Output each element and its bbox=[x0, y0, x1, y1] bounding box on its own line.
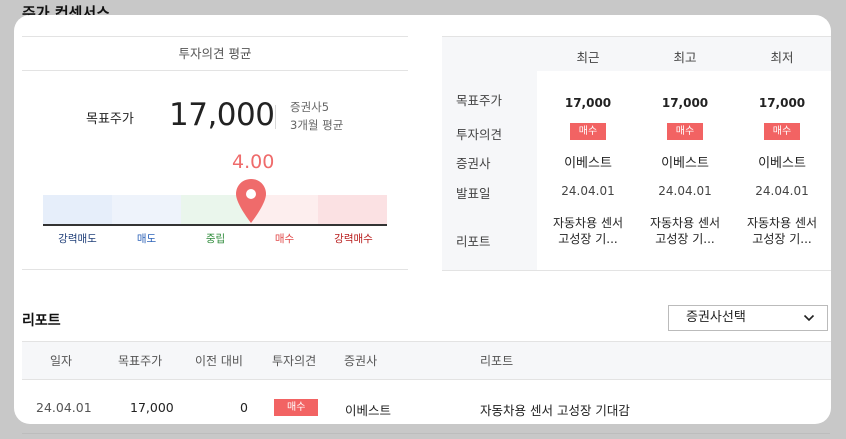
gauge-segment-strong-sell bbox=[43, 195, 112, 225]
row-broker: 이베스트 bbox=[345, 403, 392, 418]
opinion-score: 4.00 bbox=[232, 151, 275, 173]
lowest-opinion-badge: 매수 bbox=[763, 123, 801, 140]
row-report-link[interactable]: 자동차용 센서 고성장 기대감 bbox=[480, 400, 630, 419]
broker-count: 증권사5 bbox=[290, 100, 330, 114]
gauge-label-sell: 매도 bbox=[136, 233, 157, 245]
column-header-lowest: 최저 bbox=[770, 50, 794, 65]
header-date: 일자 bbox=[50, 354, 73, 368]
gauge-segment-strong-buy bbox=[318, 195, 387, 225]
header-target-price: 목표주가 bbox=[118, 354, 163, 368]
gauge-label-strong-sell: 강력매도 bbox=[58, 233, 97, 245]
consensus-table: 목표주가 투자의견 증권사 발표일 리포트 최근 17,000 매수 이베스트 … bbox=[442, 36, 831, 271]
divider bbox=[275, 105, 276, 129]
recent-report-link[interactable]: 자동차용 센서 고성장 기... bbox=[539, 215, 637, 247]
gauge-label-buy: 매수 bbox=[274, 233, 295, 245]
lowest-date: 24.04.01 bbox=[755, 184, 809, 198]
header-broker: 증권사 bbox=[344, 354, 378, 368]
highest-target-price: 17,000 bbox=[661, 96, 709, 110]
row-label-target-price: 목표주가 bbox=[456, 93, 503, 108]
row-label-opinion: 투자의견 bbox=[456, 127, 503, 142]
column-header-highest: 최고 bbox=[673, 50, 697, 65]
broker-select-value: 증권사선택 bbox=[686, 310, 746, 325]
period-label: 3개월 평균 bbox=[290, 118, 344, 132]
row-date: 24.04.01 bbox=[36, 400, 92, 415]
target-price-label: 목표주가 bbox=[86, 112, 134, 127]
header-change: 이전 대비 bbox=[195, 354, 243, 368]
highest-date: 24.04.01 bbox=[658, 184, 712, 198]
row-target-price: 17,000 bbox=[130, 400, 174, 415]
highest-opinion-badge: 매수 bbox=[666, 123, 704, 140]
location-pin-icon bbox=[236, 179, 266, 223]
recent-opinion-badge: 매수 bbox=[569, 123, 607, 140]
gauge-label-neutral: 중립 bbox=[205, 233, 226, 245]
lowest-broker: 이베스트 bbox=[758, 156, 806, 171]
recent-broker: 이베스트 bbox=[564, 156, 612, 171]
broker-select[interactable]: 증권사선택 bbox=[668, 305, 828, 331]
header-report: 리포트 bbox=[480, 354, 514, 368]
report-section-title: 리포트 bbox=[22, 313, 61, 329]
lowest-target-price: 17,000 bbox=[758, 96, 806, 110]
target-price-value: 17,000 bbox=[169, 97, 275, 133]
row-label-broker: 증권사 bbox=[456, 156, 491, 171]
row-label-report: 리포트 bbox=[456, 234, 491, 249]
lowest-report-link[interactable]: 자동차용 센서 고성장 기... bbox=[733, 215, 831, 247]
highest-broker: 이베스트 bbox=[661, 156, 709, 171]
header-opinion: 투자의견 bbox=[272, 354, 317, 368]
opinion-gauge bbox=[43, 195, 387, 225]
gauge-segment-sell bbox=[111, 195, 181, 225]
row-opinion-badge: 매수 bbox=[274, 399, 319, 416]
highest-report-link[interactable]: 자동차용 센서 고성장 기... bbox=[636, 215, 734, 247]
row-label-date: 발표일 bbox=[456, 186, 491, 201]
chevron-down-icon bbox=[803, 314, 815, 322]
gauge-label-strong-buy: 강력매수 bbox=[334, 233, 373, 245]
opinion-average-header: 투자의견 평균 bbox=[22, 36, 408, 71]
gauge-baseline bbox=[43, 224, 387, 226]
recent-target-price: 17,000 bbox=[564, 96, 612, 110]
divider bbox=[22, 269, 408, 270]
column-header-recent: 최근 bbox=[576, 50, 600, 65]
row-change: 0 bbox=[240, 400, 248, 415]
divider bbox=[22, 433, 830, 434]
consensus-card: 투자의견 평균 목표주가 17,000 증권사5 3개월 평균 4.00 강력매… bbox=[14, 15, 831, 424]
recent-date: 24.04.01 bbox=[561, 184, 615, 198]
